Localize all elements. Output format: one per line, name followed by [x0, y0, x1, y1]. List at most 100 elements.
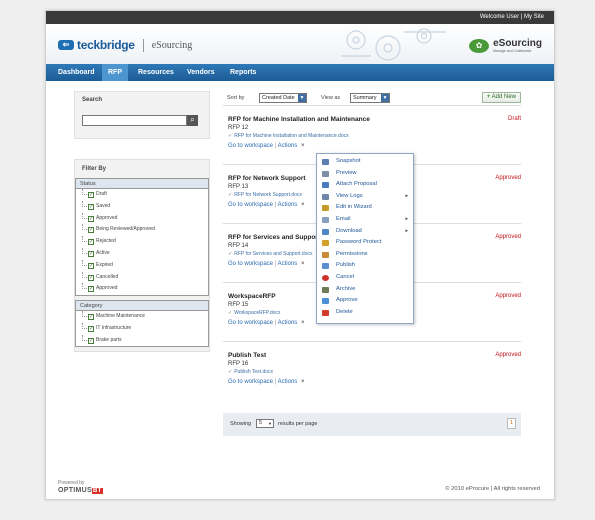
checkbox-icon[interactable]: ✓	[88, 314, 94, 320]
optimus-logo[interactable]: OPTIMUSBT	[58, 487, 103, 494]
checkbox-icon[interactable]: ✓	[88, 192, 94, 198]
status-option[interactable]: ✓ Approved	[76, 212, 208, 225]
search-panel: Search ⌕	[74, 91, 210, 139]
teckbridge-logo[interactable]: ⇐ teckbridge eSourcing	[58, 38, 192, 52]
rfp-file-link[interactable]: ✓ Publish Test.docx	[228, 369, 273, 375]
status-option[interactable]: ✓ Saved	[76, 200, 208, 213]
status-option[interactable]: ✓ Expired	[76, 259, 208, 272]
status-option[interactable]: ✓ Active	[76, 247, 208, 260]
attach-icon	[322, 182, 329, 189]
status-group: Status ✓ Draft ✓ Saved ✓ Approved ✓ Being Re…	[75, 178, 209, 297]
nav-vendors[interactable]: Vendors	[181, 64, 221, 81]
menu-item-cancel[interactable]: Cancel	[317, 272, 413, 284]
menu-item-password-protect[interactable]: Password Protect	[317, 237, 413, 249]
paperclip-icon: ✓	[228, 369, 233, 375]
close-icon[interactable]: ×	[301, 379, 305, 385]
checkbox-icon[interactable]: ✓	[88, 227, 94, 234]
category-option[interactable]: ✓ IT Infrastructure	[76, 322, 208, 335]
menu-item-publish[interactable]: Publish	[317, 260, 413, 272]
checkbox-icon[interactable]: ✓	[88, 274, 94, 281]
menu-item-approve[interactable]: Approve	[317, 295, 413, 307]
status-option[interactable]: ✓ Rejected	[76, 236, 208, 248]
status-option[interactable]: ✓ Draft	[76, 189, 208, 201]
top-links: Welcome User | My Site	[480, 14, 544, 20]
nav-resources[interactable]: Resources	[132, 64, 180, 81]
checkbox-icon[interactable]: ✓	[88, 325, 94, 332]
rfp-file-link[interactable]: ✓ WorkspaceRFP.docx	[228, 310, 280, 316]
status-option[interactable]: ✓ Cancelled	[76, 271, 208, 284]
menu-item-permissions[interactable]: Permissions	[317, 249, 413, 261]
rfp-title[interactable]: RFP for Machine Installation and Mainten…	[228, 116, 370, 123]
chevron-down-icon: ▼	[298, 94, 306, 102]
menu-item-download[interactable]: Download ▸	[317, 226, 413, 238]
workspace-link[interactable]: Go to workspace	[228, 143, 273, 149]
sort-select[interactable]: Created Date ▼	[259, 93, 307, 103]
view-select[interactable]: Summary ▼	[350, 93, 390, 103]
rfp-links: Go to workspace | Actions ×	[228, 202, 305, 208]
search-button[interactable]: ⌕	[187, 115, 198, 126]
menu-item-attach-proposal[interactable]: Attach Proposal	[317, 179, 413, 191]
add-new-button[interactable]: + Add New	[481, 92, 521, 103]
page-number-button[interactable]: 1	[507, 418, 516, 429]
rfp-title[interactable]: WorkspaceRFP	[228, 293, 276, 300]
welcome-user-link[interactable]: Welcome User	[480, 14, 519, 20]
rfp-file-link[interactable]: ✓ RFP for Machine Installation and Mainte…	[228, 133, 349, 139]
nav-rfp[interactable]: RFP	[102, 64, 128, 81]
nav-reports[interactable]: Reports	[224, 64, 262, 81]
close-icon[interactable]: ×	[301, 143, 305, 149]
menu-item-snapshot[interactable]: Snapshot	[317, 156, 413, 168]
per-page-select[interactable]: 5 ▼	[256, 419, 274, 428]
category-group: Category ✓ Machine Maintenance ✓ IT Infras…	[75, 300, 209, 348]
checkbox-icon[interactable]: ✓	[88, 239, 94, 246]
menu-item-email[interactable]: Email ▸	[317, 214, 413, 226]
workspace-link[interactable]: Go to workspace	[228, 202, 273, 208]
menu-item-archive[interactable]: Archive	[317, 284, 413, 296]
rfp-number: RFP 15	[228, 302, 249, 308]
top-links-separator: |	[520, 14, 523, 20]
category-option[interactable]: ✓ Machine Maintenance	[76, 311, 208, 323]
nav-dashboard[interactable]: Dashboard	[52, 64, 101, 81]
search-input[interactable]	[82, 115, 187, 126]
checkbox-icon[interactable]: ✓	[88, 250, 94, 257]
status-option[interactable]: ✓ Approved	[76, 283, 208, 295]
esourcing-brand: ✿ eSourcing Manage and Collaborate	[469, 38, 542, 53]
workspace-link[interactable]: Go to workspace	[228, 320, 273, 326]
rfp-title[interactable]: Publish Test	[228, 352, 266, 359]
menu-item-preview[interactable]: Preview	[317, 168, 413, 180]
actions-link[interactable]: Actions	[278, 379, 298, 385]
my-site-link[interactable]: My Site	[524, 14, 544, 20]
app-frame: Welcome User | My Site ⇐ teckbridge eSou…	[45, 10, 555, 500]
workspace-link[interactable]: Go to workspace	[228, 379, 273, 385]
rfp-file-link[interactable]: ✓ RFP for Services and Support.docx	[228, 251, 312, 257]
checkbox-icon[interactable]: ✓	[88, 203, 94, 210]
rfp-title[interactable]: RFP for Network Support	[228, 175, 306, 182]
download-icon	[322, 228, 329, 235]
actions-link[interactable]: Actions	[278, 143, 298, 149]
showing-label: Showing	[230, 421, 252, 427]
menu-item-edit-in-wizard[interactable]: Edit in Wizard	[317, 202, 413, 214]
sidebar: Search ⌕ Filter By Status ✓ Draft ✓ Saved …	[74, 91, 210, 352]
close-icon[interactable]: ×	[301, 202, 305, 208]
menu-item-delete[interactable]: Delete	[317, 307, 413, 319]
close-icon[interactable]: ×	[301, 320, 305, 326]
chevron-down-icon: ▼	[381, 94, 389, 102]
actions-link[interactable]: Actions	[278, 320, 298, 326]
actions-link[interactable]: Actions	[278, 261, 298, 267]
category-option[interactable]: ✓ Brake parts	[76, 334, 208, 347]
logo-arrow-icon: ⇐	[58, 40, 74, 50]
rfp-title[interactable]: RFP for Services and Support	[228, 234, 320, 241]
checkbox-icon[interactable]: ✓	[88, 337, 94, 344]
checkbox-icon[interactable]: ✓	[88, 286, 94, 293]
menu-item-view-logs[interactable]: View Logs ▸	[317, 191, 413, 203]
checkbox-icon[interactable]: ✓	[88, 215, 94, 222]
rfp-links: Go to workspace | Actions ×	[228, 320, 305, 326]
cancel-icon	[322, 275, 329, 281]
chevron-right-icon: ▸	[405, 227, 408, 234]
close-icon[interactable]: ×	[301, 261, 305, 267]
rfp-file-link[interactable]: ✓ RFP for Network Support.docx	[228, 192, 302, 198]
status-option[interactable]: ✓ Being Reviewed/Approved	[76, 224, 208, 236]
workspace-link[interactable]: Go to workspace	[228, 261, 273, 267]
checkbox-icon[interactable]: ✓	[88, 262, 94, 269]
gears-decoration-icon	[341, 28, 446, 61]
actions-link[interactable]: Actions	[278, 202, 298, 208]
